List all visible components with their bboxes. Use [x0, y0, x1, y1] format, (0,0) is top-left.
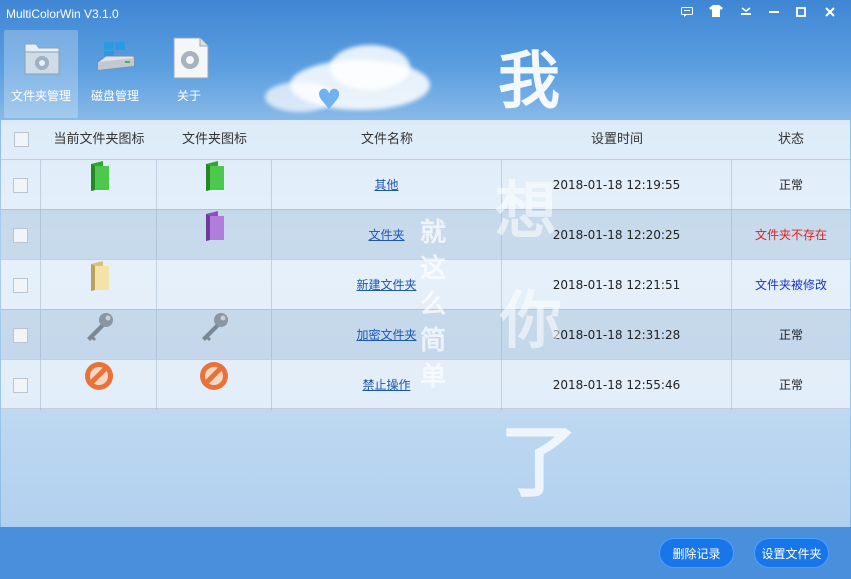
row-checkbox[interactable]: [13, 178, 28, 193]
status-cell: 正常: [778, 178, 803, 192]
watermark-char: 我: [498, 44, 561, 117]
folder-icon-cell: [157, 210, 272, 260]
row-checkbox[interactable]: [13, 278, 28, 293]
watermark-char: 你: [500, 284, 563, 357]
folder-name-link[interactable]: 新建文件夹: [356, 278, 416, 292]
header-name[interactable]: 文件名称: [272, 120, 502, 159]
current-icon-cell: [41, 210, 157, 260]
delete-record-button[interactable]: 删除记录: [659, 538, 734, 568]
current-icon-cell: [41, 360, 157, 410]
row-check-cell: [1, 210, 41, 260]
row-checkbox[interactable]: [13, 228, 28, 243]
green-folder-icon: [87, 160, 111, 213]
folder-name-link[interactable]: 其他: [374, 178, 398, 192]
app-window: ♥ MultiColorWin V3.1.0 文件夹管理 磁盘管理 关于 当前文…: [0, 0, 851, 579]
toolbar-label: 文件夹管理: [10, 89, 71, 103]
row-check-cell: [1, 310, 41, 360]
select-all-cell: [1, 120, 41, 159]
about-gear-icon: [170, 36, 210, 80]
folder-name-link[interactable]: 文件夹: [368, 228, 404, 242]
watermark-char: 了: [500, 417, 579, 508]
folder-icon-cell: [157, 160, 272, 210]
folder-icon-cell: [157, 260, 272, 310]
folder-name-link[interactable]: 加密文件夹: [356, 328, 416, 342]
toolbar-about[interactable]: 关于: [152, 30, 226, 118]
table-header: 当前文件夹图标 文件夹图标 文件名称 设置时间 状态: [1, 120, 850, 159]
watermark-char: 想: [495, 174, 558, 247]
purple-folder-icon: [202, 210, 226, 263]
window-title: MultiColorWin V3.1.0: [6, 7, 119, 21]
folder-name-link[interactable]: 禁止操作: [362, 378, 410, 392]
name-cell: 文件夹: [272, 210, 502, 260]
forbidden-icon: [198, 360, 230, 413]
current-icon-cell: [41, 260, 157, 310]
row-check-cell: [1, 260, 41, 310]
toolbar-folder-management[interactable]: 文件夹管理: [4, 30, 78, 118]
toolbar-label: 关于: [176, 89, 201, 103]
watermark-small-text: 就这么简单: [420, 218, 447, 392]
status-cell: 文件夹不存在: [754, 228, 827, 242]
cloud-decoration: [330, 45, 410, 90]
row-check-cell: [1, 360, 41, 410]
skin-icon[interactable]: [705, 4, 727, 22]
folder-settings-icon: [22, 36, 62, 80]
green-folder-icon: [202, 160, 226, 213]
key-icon: [82, 310, 116, 365]
key-icon: [197, 310, 231, 365]
footer-bar: 删除记录 设置文件夹: [0, 527, 851, 579]
main-toolbar: 文件夹管理 磁盘管理 关于: [4, 30, 226, 118]
toolbar-label: 磁盘管理: [90, 89, 139, 103]
name-cell: 禁止操作: [272, 360, 502, 410]
header-time[interactable]: 设置时间: [502, 120, 732, 159]
select-all-checkbox[interactable]: [13, 132, 29, 147]
menu-icon[interactable]: [735, 4, 757, 22]
set-folder-button[interactable]: 设置文件夹: [754, 538, 829, 568]
table-row[interactable]: 其他 2018-01-18 12:19:55 正常: [1, 159, 850, 210]
folder-icon-cell: [157, 360, 272, 410]
status-cell: 正常: [778, 328, 803, 342]
row-checkbox[interactable]: [13, 378, 28, 393]
current-icon-cell: [41, 160, 157, 210]
title-bar[interactable]: MultiColorWin V3.1.0: [0, 0, 851, 30]
disk-icon: [96, 36, 136, 80]
folder-icon-cell: [157, 310, 272, 360]
status-cell: 正常: [778, 378, 803, 392]
heart-icon: ♥: [316, 83, 342, 116]
row-checkbox[interactable]: [13, 328, 28, 343]
header-status[interactable]: 状态: [732, 120, 850, 159]
row-check-cell: [1, 160, 41, 210]
toolbar-disk-management[interactable]: 磁盘管理: [78, 30, 152, 118]
header-folder-icon[interactable]: 文件夹图标: [157, 120, 272, 159]
current-icon-cell: [41, 310, 157, 360]
forbidden-icon: [83, 360, 115, 413]
yellow-folder-icon: [87, 260, 111, 313]
maximize-icon[interactable]: [790, 4, 812, 22]
minimize-icon[interactable]: [763, 4, 785, 22]
status-cell: 文件夹被修改: [754, 278, 827, 292]
close-icon[interactable]: [819, 4, 841, 22]
name-cell: 新建文件夹: [272, 260, 502, 310]
feedback-icon[interactable]: [676, 4, 698, 22]
header-current-icon[interactable]: 当前文件夹图标: [41, 120, 157, 159]
name-cell: 加密文件夹: [272, 310, 502, 360]
name-cell: 其他: [272, 160, 502, 210]
